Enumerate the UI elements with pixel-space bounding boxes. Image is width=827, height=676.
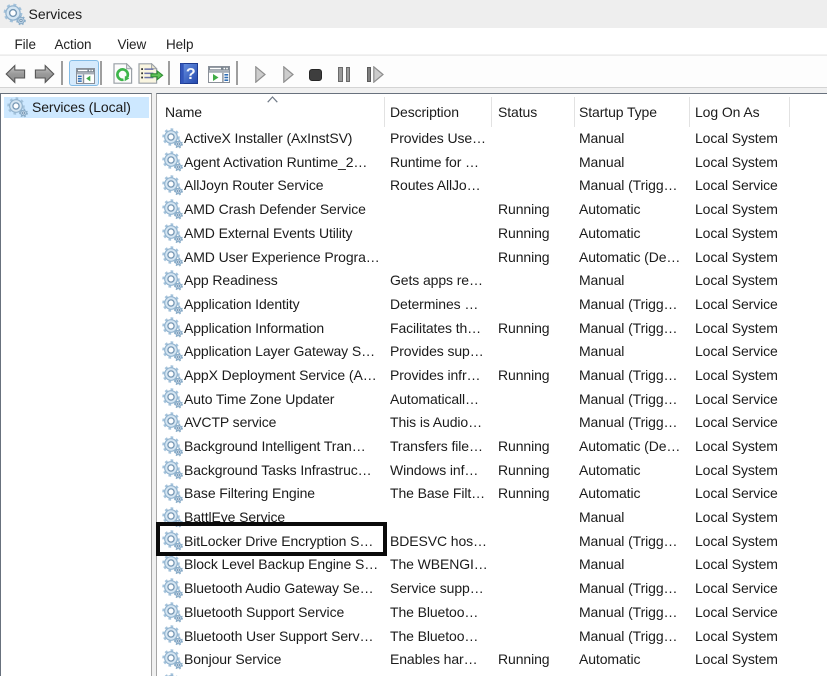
svg-text:?: ?	[186, 66, 196, 83]
